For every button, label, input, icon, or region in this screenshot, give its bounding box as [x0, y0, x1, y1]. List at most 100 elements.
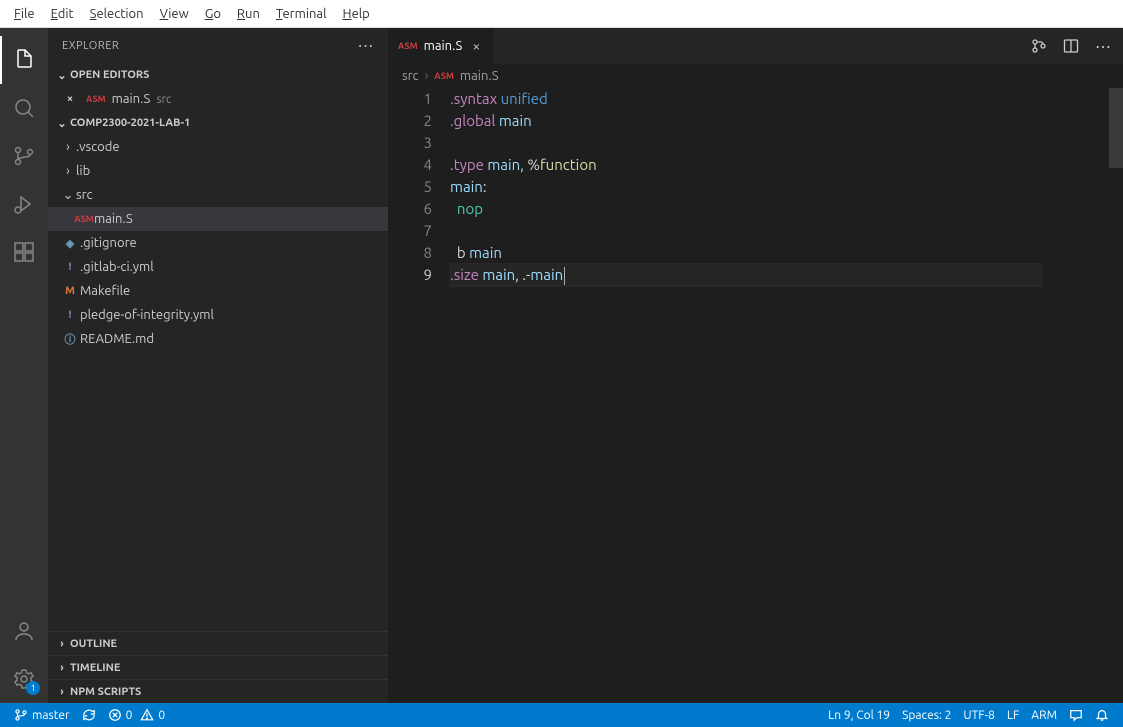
section-npm-scripts[interactable]: ›NPM SCRIPTS [48, 679, 388, 703]
menu-go[interactable]: Go [197, 4, 229, 24]
chevron-down-icon: ⌄ [54, 69, 70, 82]
code-line[interactable]: .size main, .-main [450, 264, 1123, 286]
sidebar-more-icon[interactable]: ⋯ [358, 36, 375, 55]
code-line[interactable]: nop [450, 198, 1123, 220]
code-area[interactable]: .syntax unified.global main .type main, %… [450, 88, 1123, 703]
error-icon [108, 708, 122, 722]
line-number: 5 [388, 176, 432, 198]
debug-icon [12, 192, 36, 216]
chevron-right-icon: › [54, 686, 70, 698]
tab-label: main.S [424, 39, 463, 53]
status-lncol[interactable]: Ln 9, Col 19 [822, 703, 896, 727]
section-open-editors[interactable]: ⌄ OPEN EDITORS [48, 63, 388, 87]
bell-icon [1095, 708, 1109, 722]
line-number: 8 [388, 242, 432, 264]
warning-count: 0 [158, 709, 165, 722]
chevron-right-icon: › [425, 69, 429, 83]
code-line[interactable]: b main [450, 242, 1123, 264]
line-number: 1 [388, 88, 432, 110]
statusbar: master 0 0 Ln 9, Col 19 Spaces: 2 UTF-8 … [0, 703, 1123, 727]
menu-terminal[interactable]: Terminal [268, 4, 335, 24]
activity-scm[interactable] [0, 132, 48, 180]
warning-icon [140, 708, 154, 722]
file-pledge-of-integrity.yml[interactable]: !pledge-of-integrity.yml [48, 303, 388, 327]
workbench: 1 EXPLORER ⋯ ⌄ OPEN EDITORS ×ASMmain.Ssr… [0, 28, 1123, 703]
line-number: 9 [388, 264, 432, 286]
menu-edit[interactable]: Edit [43, 4, 82, 24]
folder-src[interactable]: ⌄src [48, 183, 388, 207]
status-sync[interactable] [76, 703, 102, 727]
status-eol[interactable]: LF [1001, 703, 1025, 727]
file-README.md[interactable]: ⓘREADME.md [48, 327, 388, 351]
menu-run[interactable]: Run [229, 4, 268, 24]
status-problems[interactable]: 0 0 [102, 703, 172, 727]
tab-close-icon[interactable]: × [468, 36, 484, 56]
code-line[interactable]: .global main [450, 110, 1123, 132]
chevron-down-icon: ⌄ [54, 117, 70, 130]
make-icon: M [60, 285, 80, 297]
open-editor-item[interactable]: ×ASMmain.Ssrc [48, 87, 388, 111]
sync-icon [82, 708, 96, 722]
tab-main-s[interactable]: ASM main.S × [388, 28, 495, 64]
line-numbers: 123456789 [388, 88, 450, 703]
minimap-slider[interactable] [1109, 88, 1123, 168]
code-line[interactable]: main: [450, 176, 1123, 198]
code-line[interactable]: .syntax unified [450, 88, 1123, 110]
file-Makefile[interactable]: MMakefile [48, 279, 388, 303]
status-feedback[interactable] [1063, 703, 1089, 727]
account-icon [12, 619, 36, 643]
branch-icon [14, 708, 28, 722]
section-timeline[interactable]: ›TIMELINE [48, 655, 388, 679]
status-branch[interactable]: master [8, 703, 76, 727]
branch-icon [12, 144, 36, 168]
menu-selection[interactable]: Selection [82, 4, 152, 24]
activity-debug[interactable] [0, 180, 48, 228]
section-outline[interactable]: ›OUTLINE [48, 631, 388, 655]
split-editor-icon[interactable] [1063, 38, 1079, 54]
activity-bar: 1 [0, 28, 48, 703]
feedback-icon [1069, 708, 1083, 722]
editor-group: ASM main.S × ⋯ src › ASM main.S 12345678… [388, 28, 1123, 703]
activity-extensions[interactable] [0, 228, 48, 276]
file-main.S[interactable]: ASMmain.S [48, 207, 388, 231]
compare-changes-icon[interactable] [1031, 38, 1047, 54]
tabs-actions: ⋯ [1019, 28, 1123, 64]
file-.gitlab-ci.yml[interactable]: !.gitlab-ci.yml [48, 255, 388, 279]
section-project[interactable]: ⌄ COMP2300-2021-LAB-1 [48, 111, 388, 135]
activity-settings[interactable]: 1 [0, 655, 48, 703]
breadcrumb-folder[interactable]: src [402, 69, 419, 83]
menu-view[interactable]: View [152, 4, 197, 24]
minimap[interactable] [1043, 88, 1123, 703]
sidebar-title: EXPLORER [62, 40, 119, 52]
activity-search[interactable] [0, 84, 48, 132]
menu-file[interactable]: File [6, 4, 43, 24]
file-.gitignore[interactable]: ◈.gitignore [48, 231, 388, 255]
file-tree: ›.vscode›lib⌄srcASMmain.S◈.gitignore!.gi… [48, 135, 388, 351]
line-number: 7 [388, 220, 432, 242]
menubar: FileEditSelectionViewGoRunTerminalHelp [0, 0, 1123, 28]
asm-icon: ASM [434, 71, 454, 81]
chevron-right-icon: › [60, 164, 76, 178]
activity-explorer[interactable] [0, 36, 48, 84]
activity-accounts[interactable] [0, 607, 48, 655]
status-lang[interactable]: ARM [1025, 703, 1063, 727]
line-number: 2 [388, 110, 432, 132]
code-line[interactable]: .type main, %function [450, 154, 1123, 176]
status-spaces[interactable]: Spaces: 2 [896, 703, 957, 727]
breadcrumbs[interactable]: src › ASM main.S [388, 64, 1123, 88]
folder-lib[interactable]: ›lib [48, 159, 388, 183]
close-icon[interactable]: × [60, 93, 80, 105]
menu-help[interactable]: Help [335, 4, 378, 24]
status-bell[interactable] [1089, 703, 1115, 727]
editor-body[interactable]: 123456789 .syntax unified.global main .ty… [388, 88, 1123, 703]
status-encoding[interactable]: UTF-8 [957, 703, 1000, 727]
chevron-down-icon: ⌄ [60, 188, 76, 203]
folder-.vscode[interactable]: ›.vscode [48, 135, 388, 159]
code-line[interactable] [450, 220, 1123, 242]
breadcrumb-file[interactable]: main.S [460, 69, 499, 83]
md-icon: ⓘ [60, 331, 80, 347]
code-line[interactable] [450, 132, 1123, 154]
branch-name: master [32, 709, 70, 722]
chevron-right-icon: › [60, 140, 76, 154]
editor-more-icon[interactable]: ⋯ [1095, 37, 1111, 56]
